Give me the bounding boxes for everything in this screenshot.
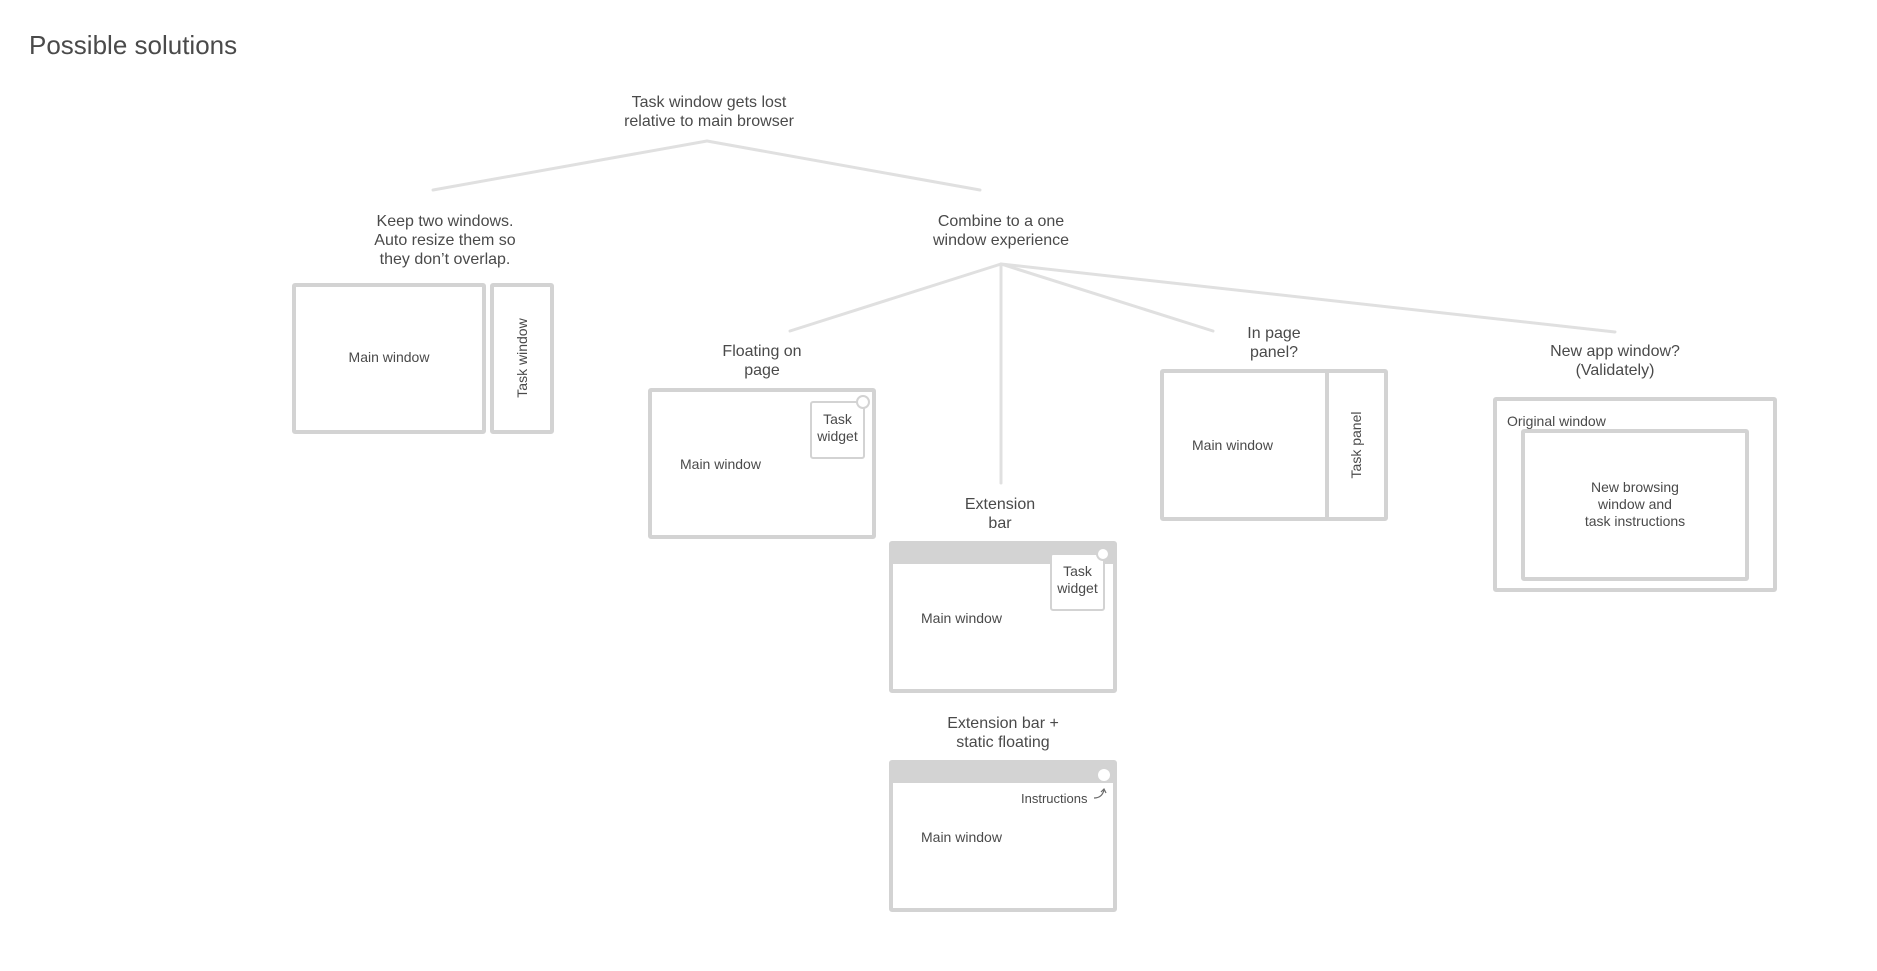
panel-divider — [1325, 373, 1329, 517]
new-browsing-window-label: New browsing window and task instruction… — [1584, 479, 1686, 529]
panel-main-window-box: Main window Task panel — [1160, 369, 1388, 521]
combine-label: Combine to a one window experience — [932, 213, 1070, 249]
main-window-label: Main window — [348, 349, 430, 365]
new-browsing-window-box: New browsing window and task instruction… — [1521, 429, 1749, 581]
extension-static-label: Extension bar + static floating — [947, 715, 1059, 751]
connector-root-combine — [705, 139, 982, 192]
task-widget: Task widget — [810, 401, 865, 459]
in-page-panel-label: In page panel? — [1247, 325, 1301, 361]
connector-combine-floating — [788, 262, 1003, 333]
extension-bar-label: Extension bar — [964, 496, 1036, 532]
floating-main-window-box: Main window Task widget — [648, 388, 876, 539]
instructions-label: Instructions — [1021, 791, 1088, 806]
main-window-label: Main window — [680, 456, 761, 472]
curved-arrow-up-icon — [1093, 787, 1107, 799]
main-window-label: Main window — [921, 610, 1002, 626]
keep-two-windows-label: Keep two windows. Auto resize them so th… — [374, 213, 516, 268]
connector-root-keep-two — [431, 139, 709, 192]
extension-static-main-window-box: Instructions Main window — [889, 760, 1117, 912]
main-window-box: Main window — [292, 283, 486, 434]
task-panel-label: Task panel — [1348, 411, 1364, 479]
extension-circle-icon — [1096, 767, 1112, 783]
task-widget: Task widget — [1050, 553, 1105, 611]
extension-bar — [893, 764, 1113, 783]
widget-circle-icon — [1096, 547, 1110, 561]
extension-main-window-box: Main window Task widget — [889, 541, 1117, 693]
floating-on-page-label: Floating on page — [722, 343, 802, 379]
connector-combine-new-app — [999, 262, 1617, 334]
new-app-window-label: New app window? (Validately) — [1550, 343, 1680, 379]
main-window-label: Main window — [921, 829, 1002, 845]
task-window-box: Task window — [490, 283, 554, 434]
task-window-label: Task window — [514, 318, 530, 398]
main-window-label: Main window — [1192, 437, 1273, 453]
original-window-label: Original window — [1507, 413, 1606, 429]
widget-circle-icon — [856, 395, 870, 409]
root-node-label: Task window gets lost relative to main b… — [624, 94, 794, 130]
connector-combine-panel — [999, 262, 1215, 333]
original-window-box: Original window New browsing window and … — [1493, 397, 1777, 592]
